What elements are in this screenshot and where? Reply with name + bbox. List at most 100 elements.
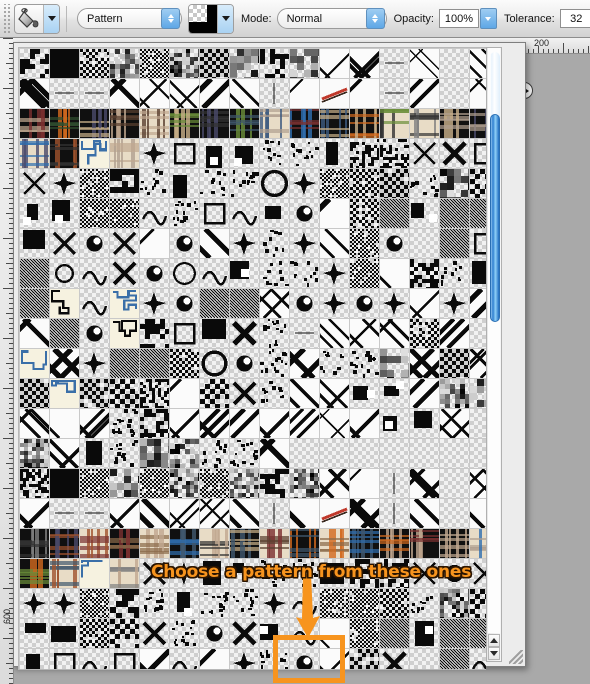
pattern-swatch[interactable] <box>440 79 469 108</box>
pattern-swatch[interactable] <box>200 559 229 588</box>
pattern-swatch[interactable] <box>170 469 199 498</box>
pattern-swatch[interactable] <box>170 79 199 108</box>
pattern-swatch[interactable] <box>410 229 439 258</box>
pattern-swatch[interactable] <box>200 79 229 108</box>
pattern-swatch[interactable] <box>200 439 229 468</box>
pattern-swatch[interactable] <box>170 589 199 618</box>
pattern-swatch[interactable] <box>260 259 289 288</box>
pattern-swatch[interactable] <box>350 379 379 408</box>
pattern-swatch[interactable] <box>140 199 169 228</box>
pattern-swatch[interactable] <box>380 499 409 528</box>
pattern-swatch[interactable] <box>170 109 199 138</box>
pattern-swatch[interactable] <box>50 649 79 669</box>
pattern-swatch[interactable] <box>80 439 109 468</box>
pattern-swatch[interactable] <box>380 439 409 468</box>
pattern-swatch[interactable] <box>110 409 139 438</box>
pattern-swatch[interactable] <box>50 199 79 228</box>
pattern-swatch[interactable] <box>20 79 49 108</box>
pattern-swatch[interactable] <box>320 199 349 228</box>
pattern-swatch[interactable] <box>170 619 199 648</box>
pattern-panel-scrollbar[interactable] <box>486 47 502 662</box>
pattern-swatch[interactable] <box>380 199 409 228</box>
pattern-swatch[interactable] <box>230 199 259 228</box>
pattern-swatch[interactable] <box>470 79 486 108</box>
pattern-swatch[interactable] <box>80 49 109 78</box>
pattern-swatch[interactable] <box>110 169 139 198</box>
pattern-swatch[interactable] <box>200 289 229 318</box>
pattern-swatch[interactable] <box>80 409 109 438</box>
pattern-picker-dropdown[interactable] <box>217 4 233 33</box>
pattern-swatch[interactable] <box>260 49 289 78</box>
pattern-swatch[interactable] <box>350 619 379 648</box>
pattern-swatch[interactable] <box>140 409 169 438</box>
pattern-swatch[interactable] <box>80 379 109 408</box>
pattern-swatch[interactable] <box>80 649 109 669</box>
pattern-swatch[interactable] <box>230 379 259 408</box>
pattern-swatch[interactable] <box>230 589 259 618</box>
pattern-swatch[interactable] <box>140 139 169 168</box>
pattern-swatch[interactable] <box>320 319 349 348</box>
pattern-swatch[interactable] <box>440 109 469 138</box>
pattern-swatch[interactable] <box>170 319 199 348</box>
pattern-swatch[interactable] <box>80 559 109 588</box>
pattern-swatch[interactable] <box>230 79 259 108</box>
pattern-swatch[interactable] <box>50 499 79 528</box>
pattern-swatch[interactable] <box>80 229 109 258</box>
pattern-swatch[interactable] <box>290 49 319 78</box>
pattern-swatch[interactable] <box>50 379 79 408</box>
pattern-swatch[interactable] <box>20 529 49 558</box>
pattern-swatch[interactable] <box>170 649 199 669</box>
pattern-swatch[interactable] <box>230 499 259 528</box>
pattern-swatch[interactable] <box>20 169 49 198</box>
pattern-swatch[interactable] <box>20 619 49 648</box>
pattern-swatch[interactable] <box>470 559 486 588</box>
pattern-swatch[interactable] <box>410 409 439 438</box>
pattern-swatch[interactable] <box>470 259 486 288</box>
pattern-swatch[interactable] <box>380 49 409 78</box>
pattern-swatch[interactable] <box>140 109 169 138</box>
pattern-swatch[interactable] <box>80 469 109 498</box>
pattern-swatch[interactable] <box>200 139 229 168</box>
pattern-swatch[interactable] <box>80 499 109 528</box>
pattern-swatch[interactable] <box>20 259 49 288</box>
pattern-swatch[interactable] <box>410 109 439 138</box>
pattern-swatch[interactable] <box>140 349 169 378</box>
pattern-swatch[interactable] <box>230 649 259 669</box>
pattern-swatch[interactable] <box>20 229 49 258</box>
pattern-swatch[interactable] <box>110 259 139 288</box>
pattern-swatch[interactable] <box>170 199 199 228</box>
opacity-input[interactable]: 100% <box>438 9 479 28</box>
pattern-swatch[interactable] <box>140 319 169 348</box>
pattern-swatch[interactable] <box>410 349 439 378</box>
pattern-swatch[interactable] <box>380 589 409 618</box>
pattern-swatch[interactable] <box>470 409 486 438</box>
pattern-swatch[interactable] <box>140 49 169 78</box>
pattern-swatch[interactable] <box>20 559 49 588</box>
pattern-swatch[interactable] <box>170 379 199 408</box>
pattern-swatch[interactable] <box>230 319 259 348</box>
pattern-swatch[interactable] <box>410 559 439 588</box>
pattern-swatch[interactable] <box>260 79 289 108</box>
pattern-swatch[interactable] <box>230 529 259 558</box>
pattern-swatch[interactable] <box>260 409 289 438</box>
pattern-swatch[interactable] <box>380 649 409 669</box>
pattern-swatch[interactable] <box>470 499 486 528</box>
pattern-swatch[interactable] <box>200 529 229 558</box>
pattern-swatch[interactable] <box>320 109 349 138</box>
pattern-swatch[interactable] <box>230 109 259 138</box>
pattern-swatch[interactable] <box>200 109 229 138</box>
pattern-swatch[interactable] <box>290 439 319 468</box>
pattern-swatch[interactable] <box>80 349 109 378</box>
pattern-swatch[interactable] <box>260 379 289 408</box>
pattern-swatch[interactable] <box>470 109 486 138</box>
pattern-swatch[interactable] <box>110 49 139 78</box>
pattern-swatch[interactable] <box>110 559 139 588</box>
pattern-swatch[interactable] <box>140 379 169 408</box>
pattern-swatch[interactable] <box>320 439 349 468</box>
pattern-swatch[interactable] <box>50 229 79 258</box>
pattern-swatch[interactable] <box>200 229 229 258</box>
pattern-swatch[interactable] <box>200 619 229 648</box>
pattern-swatch[interactable] <box>20 649 49 669</box>
pattern-swatch[interactable] <box>410 49 439 78</box>
pattern-swatch[interactable] <box>290 229 319 258</box>
